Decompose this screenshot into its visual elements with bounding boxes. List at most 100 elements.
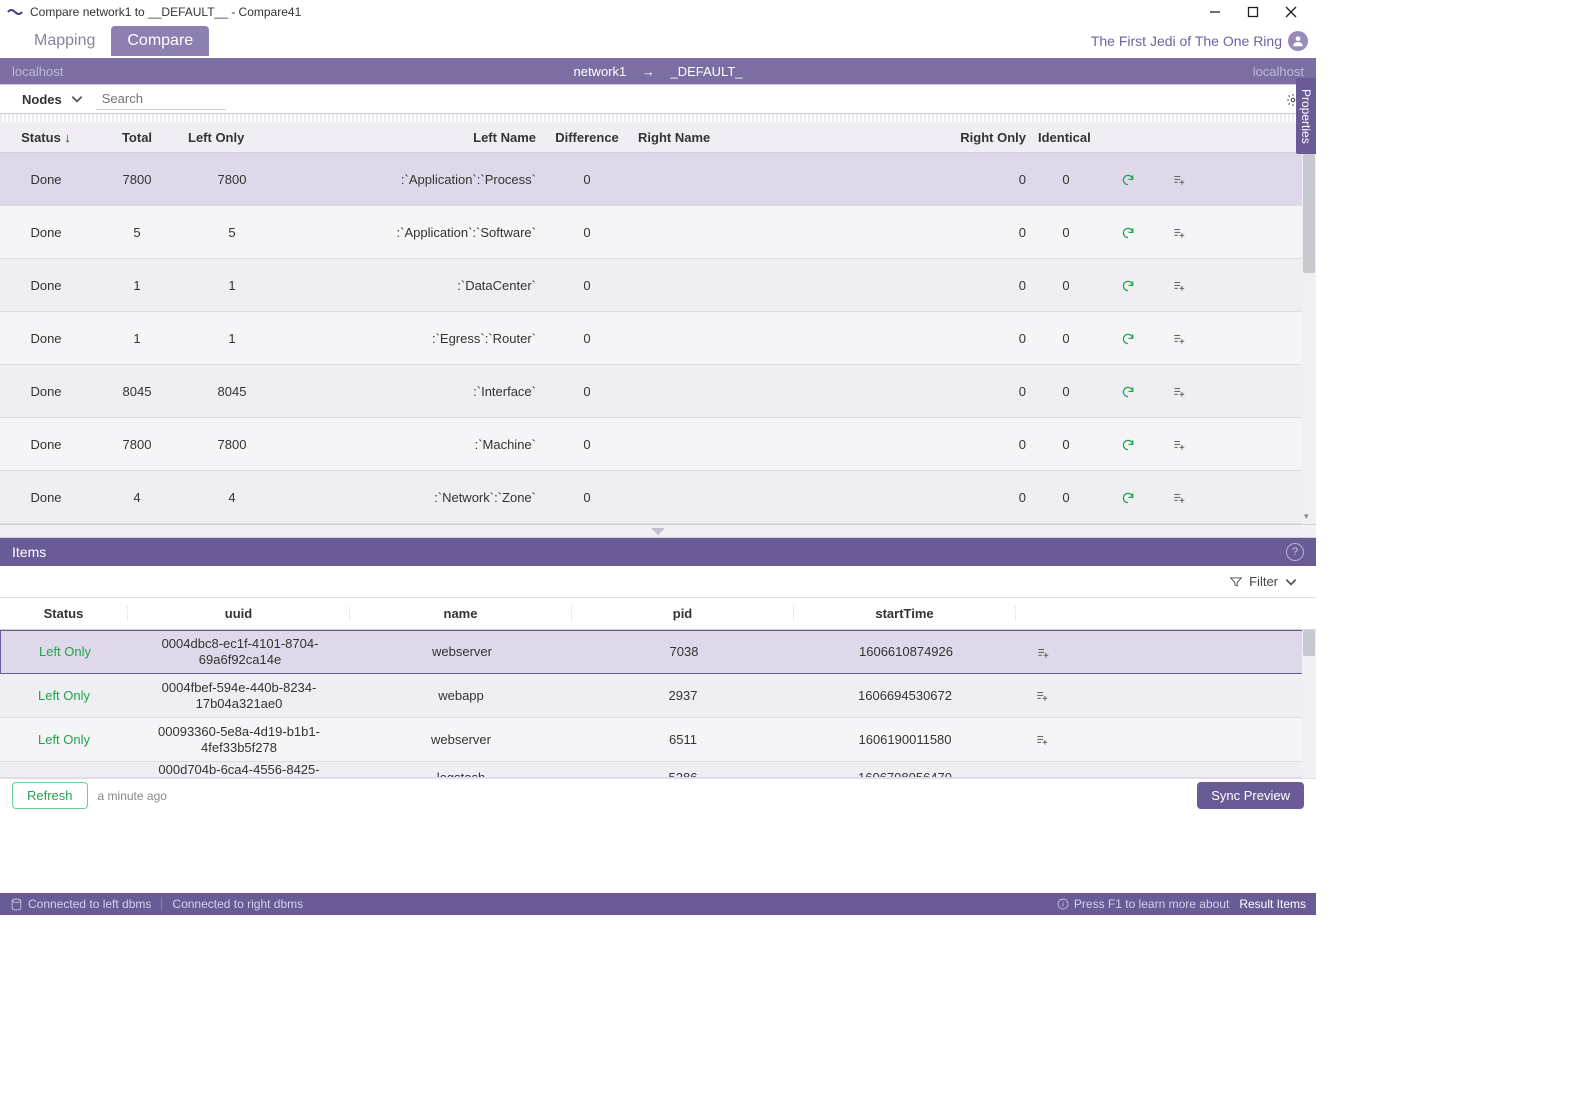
properties-tab[interactable]: Properties <box>1296 78 1316 154</box>
cell-total: 1 <box>92 331 182 346</box>
user-icon <box>1288 31 1308 51</box>
row-add-button[interactable] <box>1155 330 1203 346</box>
cell-name-val: logstash <box>350 770 572 778</box>
cell-right-only: 0 <box>772 490 1032 505</box>
row-add-button[interactable] <box>1155 436 1203 452</box>
arrow-right-icon: → <box>642 64 655 79</box>
cell-name-val: webserver <box>351 644 573 660</box>
row-refresh-button[interactable] <box>1100 489 1155 505</box>
context-bar: localhost network1 → _DEFAULT_ localhost <box>0 58 1316 84</box>
table-row[interactable]: Done11:`DataCenter`000 <box>0 259 1316 312</box>
row-add-button[interactable] <box>1155 171 1203 187</box>
icol-starttime[interactable]: startTime <box>794 606 1016 621</box>
table-row[interactable]: Done55:`Application`:`Software`000 <box>0 206 1316 259</box>
icol-status[interactable]: Status <box>0 606 128 621</box>
table-row[interactable]: Done11:`Egress`:`Router`000 <box>0 312 1316 365</box>
result-items-link[interactable]: Result Items <box>1239 897 1306 911</box>
scrollbar-thumb[interactable] <box>1303 630 1315 656</box>
col-left-name[interactable]: Left Name <box>282 130 542 145</box>
maximize-button[interactable] <box>1234 3 1272 21</box>
row-add-button[interactable] <box>1016 732 1068 748</box>
icol-pid[interactable]: pid <box>572 606 794 621</box>
refresh-button[interactable]: Refresh <box>12 782 88 809</box>
cell-uuid: 00093360-5e8a-4d19-b1b1-4fef33b5f278 <box>128 724 350 755</box>
row-add-button[interactable] <box>1017 644 1069 660</box>
cell-left-only: 7800 <box>182 172 282 187</box>
entity-dropdown[interactable]: Nodes <box>8 92 92 107</box>
items-row[interactable]: Left Only0004dbc8-ec1f-4101-8704-69a6f92… <box>0 630 1316 674</box>
row-add-button[interactable] <box>1155 224 1203 240</box>
scroll-down-icon[interactable]: ▾ <box>1304 511 1309 522</box>
table-row[interactable]: Done78007800:`Machine`000 <box>0 418 1316 471</box>
cell-identical: 0 <box>1032 278 1100 293</box>
right-connection-status: Connected to right dbms <box>172 897 303 911</box>
row-refresh-button[interactable] <box>1100 171 1155 187</box>
cell-left-name: :`Egress`:`Router` <box>282 331 542 346</box>
dropdown-value: Nodes <box>22 92 62 107</box>
tab-compare[interactable]: Compare <box>111 26 209 56</box>
vertical-scrollbar[interactable]: ▾ <box>1302 153 1316 524</box>
cell-right-only: 0 <box>772 384 1032 399</box>
cell-identical: 0 <box>1032 490 1100 505</box>
cell-pid: 2937 <box>572 688 794 704</box>
col-left-only[interactable]: Left Only <box>182 130 282 145</box>
col-identical[interactable]: Identical <box>1032 130 1100 145</box>
cell-identical: 0 <box>1032 172 1100 187</box>
right-db: _DEFAULT_ <box>670 64 742 79</box>
row-refresh-button[interactable] <box>1100 224 1155 240</box>
last-refresh-time: a minute ago <box>98 789 167 803</box>
table-row[interactable]: Done78007800:`Application`:`Process`000 <box>0 153 1316 206</box>
table-row[interactable]: Done44:`Network`:`Zone`000 <box>0 471 1316 524</box>
row-refresh-button[interactable] <box>1100 436 1155 452</box>
row-add-button[interactable] <box>1155 383 1203 399</box>
splitter-handle[interactable] <box>0 524 1316 538</box>
cell-difference: 0 <box>542 225 632 240</box>
col-right-only[interactable]: Right Only <box>772 130 1032 145</box>
col-status[interactable]: Status ↓ <box>0 130 92 145</box>
filter-bar: Filter <box>0 566 1316 598</box>
row-add-button[interactable] <box>1155 489 1203 505</box>
cell-starttime: 1606190011580 <box>794 732 1016 748</box>
cell-pid: 6511 <box>572 732 794 748</box>
icol-uuid[interactable]: uuid <box>128 606 350 621</box>
scrollbar-thumb[interactable] <box>1303 153 1315 273</box>
user-name: The First Jedi of The One Ring <box>1091 33 1282 49</box>
cell-left-only: 4 <box>182 490 282 505</box>
col-right-name[interactable]: Right Name <box>632 130 772 145</box>
chevron-down-icon[interactable] <box>1284 575 1298 589</box>
row-refresh-button[interactable] <box>1100 277 1155 293</box>
bottom-toolbar: Refresh a minute ago Sync Preview <box>0 778 1316 812</box>
table-row[interactable]: Done80458045:`Interface`000 <box>0 365 1316 418</box>
close-button[interactable] <box>1272 3 1310 21</box>
user-label[interactable]: The First Jedi of The One Ring <box>1091 31 1308 51</box>
tab-mapping[interactable]: Mapping <box>18 26 111 56</box>
col-difference[interactable]: Difference <box>542 130 632 145</box>
grip-handle[interactable] <box>0 114 1316 122</box>
row-add-button[interactable] <box>1155 277 1203 293</box>
items-row[interactable]: Left Only00093360-5e8a-4d19-b1b1-4fef33b… <box>0 718 1316 762</box>
sync-preview-button[interactable]: Sync Preview <box>1197 782 1304 809</box>
items-table: Status uuid name pid startTime Left Only… <box>0 598 1316 778</box>
col-total[interactable]: Total <box>92 130 182 145</box>
minimize-button[interactable] <box>1196 3 1234 21</box>
cell-total: 8045 <box>92 384 182 399</box>
search-input[interactable] <box>96 88 226 110</box>
cell-total: 4 <box>92 490 182 505</box>
icol-name[interactable]: name <box>350 606 572 621</box>
cell-status: Done <box>0 225 92 240</box>
items-row[interactable]: Left Only0004fbef-594e-440b-8234-17b04a3… <box>0 674 1316 718</box>
row-refresh-button[interactable] <box>1100 383 1155 399</box>
table-header: Status ↓ Total Left Only Left Name Diffe… <box>0 122 1316 153</box>
vertical-scrollbar[interactable] <box>1302 630 1316 778</box>
row-add-button[interactable] <box>1016 688 1068 704</box>
help-button[interactable]: ? <box>1286 543 1304 561</box>
cell-identical: 0 <box>1032 437 1100 452</box>
cell-item-status: Left Only <box>0 688 128 704</box>
row-refresh-button[interactable] <box>1100 330 1155 346</box>
cell-identical: 0 <box>1032 384 1100 399</box>
cell-left-name: :`Application`:`Software` <box>282 225 542 240</box>
cell-item-status: Left Only <box>0 732 128 748</box>
cell-left-name: :`Machine` <box>282 437 542 452</box>
filter-label[interactable]: Filter <box>1249 574 1278 589</box>
items-row[interactable]: 000d704b-6ca4-4556-8425-b2efa53aa0f0logs… <box>0 762 1316 778</box>
